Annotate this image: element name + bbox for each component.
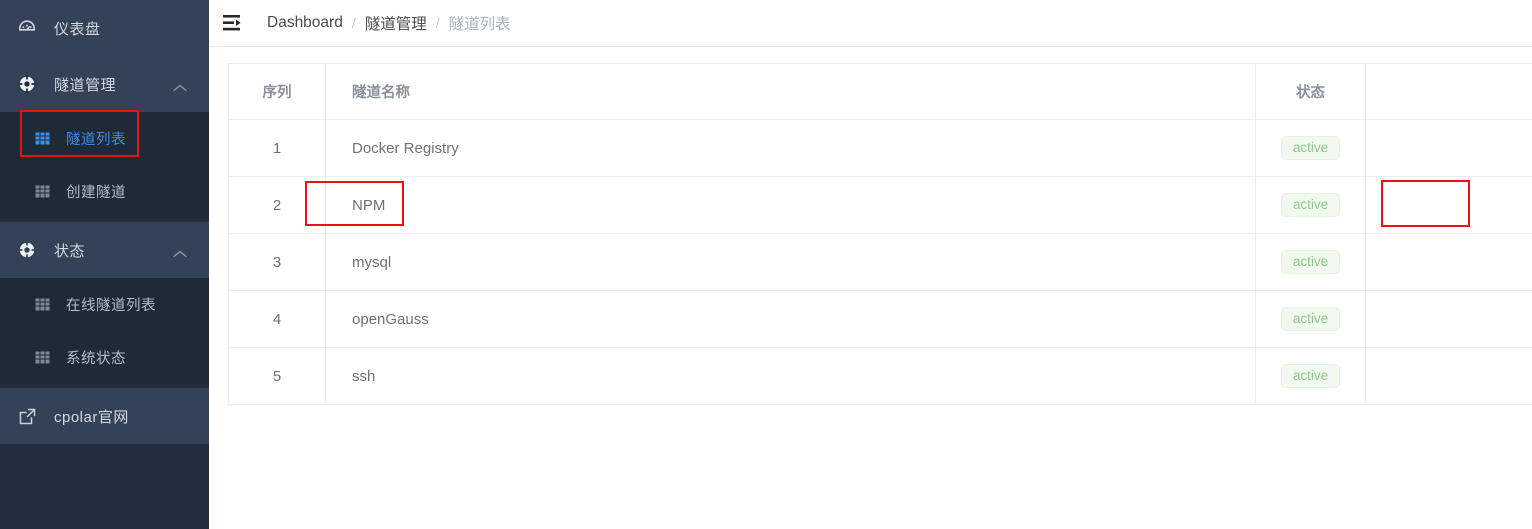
cell-seq: 1 bbox=[228, 119, 326, 177]
table-icon bbox=[34, 184, 50, 200]
cell-name: NPM bbox=[325, 176, 1256, 234]
cell-seq: 5 bbox=[228, 347, 326, 405]
status-badge: active bbox=[1280, 363, 1341, 389]
sidebar-item-label: cpolar官网 bbox=[54, 408, 129, 426]
sidebar-item-tunnel-management[interactable]: 隧道管理 bbox=[0, 56, 209, 112]
cell-status: active bbox=[1255, 119, 1366, 177]
compass-icon bbox=[16, 239, 38, 261]
sidebar-item-label: 系统状态 bbox=[66, 351, 126, 367]
cell-name: Docker Registry bbox=[325, 119, 1256, 177]
chevron-up-icon[interactable] bbox=[173, 80, 187, 92]
sidebar-item-dashboard[interactable]: 仪表盘 bbox=[0, 0, 209, 56]
cell-name: openGauss bbox=[325, 290, 1256, 348]
breadcrumb-item-tunnel-list: 隧道列表 bbox=[448, 16, 511, 33]
sidebar-item-cpolar-website[interactable]: cpolar官网 bbox=[0, 388, 209, 444]
table-row: 4 openGauss active 编辑 启动 bbox=[228, 290, 1532, 348]
breadcrumb-separator: / bbox=[351, 15, 356, 31]
cell-actions: 编辑 启动 bbox=[1365, 176, 1532, 234]
sidebar-item-label: 创建隧道 bbox=[66, 185, 126, 201]
table-row: 2 NPM active 编辑 启动 bbox=[228, 176, 1532, 234]
table-body: 1 Docker Registry active 编辑 启动 bbox=[228, 119, 1532, 405]
tunnels-table: 序列 隧道名称 状态 操作 1 Docker Registry active bbox=[228, 63, 1532, 405]
sidebar-item-status[interactable]: 状态 bbox=[0, 222, 209, 278]
column-header-name: 隧道名称 bbox=[325, 63, 1256, 120]
chevron-up-icon[interactable] bbox=[173, 246, 187, 258]
external-link-icon bbox=[16, 405, 38, 427]
cell-status: active bbox=[1255, 176, 1366, 234]
cell-status: active bbox=[1255, 347, 1366, 405]
table-row: 1 Docker Registry active 编辑 启动 bbox=[228, 119, 1532, 177]
breadcrumb-item-dashboard[interactable]: Dashboard bbox=[267, 14, 343, 32]
menu-fold-icon[interactable] bbox=[223, 14, 245, 32]
column-header-seq: 序列 bbox=[228, 63, 326, 120]
sidebar-item-label: 隧道列表 bbox=[66, 132, 126, 148]
sidebar: 仪表盘 隧道管理 隧道列表 创建隧道 状态 在线隧道列表 系统状态 cpolar… bbox=[0, 0, 209, 529]
table-row: 5 ssh active 编辑 启动 bbox=[228, 347, 1532, 405]
sidebar-item-online-tunnel-list[interactable]: 在线隧道列表 bbox=[0, 278, 209, 331]
status-badge: active bbox=[1280, 192, 1341, 218]
status-badge: active bbox=[1280, 249, 1341, 275]
cell-actions: 编辑 启动 bbox=[1365, 119, 1532, 177]
cell-seq: 3 bbox=[228, 233, 326, 291]
cell-status: active bbox=[1255, 290, 1366, 348]
column-header-action: 操作 bbox=[1365, 63, 1532, 120]
cell-seq: 2 bbox=[228, 176, 326, 234]
main-content: Dashboard / 隧道管理 / 隧道列表 序列 隧道名称 状态 操作 bbox=[209, 0, 1532, 529]
status-badge: active bbox=[1280, 306, 1341, 332]
cell-name: mysql bbox=[325, 233, 1256, 291]
app-root: 仪表盘 隧道管理 隧道列表 创建隧道 状态 在线隧道列表 系统状态 cpolar… bbox=[0, 0, 1532, 529]
breadcrumb-separator: / bbox=[435, 15, 440, 31]
table-head: 序列 隧道名称 状态 操作 bbox=[228, 63, 1532, 120]
breadcrumb: Dashboard / 隧道管理 / 隧道列表 bbox=[267, 12, 511, 34]
status-badge: active bbox=[1280, 135, 1341, 161]
column-header-status: 状态 bbox=[1255, 63, 1366, 120]
topbar: Dashboard / 隧道管理 / 隧道列表 bbox=[209, 0, 1532, 47]
table-header-row: 序列 隧道名称 状态 操作 bbox=[228, 63, 1532, 120]
sidebar-submenu-tunnel-management: 隧道列表 创建隧道 bbox=[0, 112, 209, 218]
sidebar-item-label: 状态 bbox=[54, 242, 86, 260]
breadcrumb-item-tunnel-management[interactable]: 隧道管理 bbox=[365, 12, 427, 34]
sidebar-item-label: 仪表盘 bbox=[54, 20, 101, 38]
sidebar-submenu-status: 在线隧道列表 系统状态 bbox=[0, 278, 209, 384]
tunnels-table-wrapper: 序列 隧道名称 状态 操作 1 Docker Registry active bbox=[228, 63, 1532, 405]
sidebar-item-label: 隧道管理 bbox=[54, 76, 117, 94]
cell-status: active bbox=[1255, 233, 1366, 291]
dashboard-icon bbox=[16, 17, 38, 39]
cell-actions: 编辑 启动 bbox=[1365, 347, 1532, 405]
cell-seq: 4 bbox=[228, 290, 326, 348]
sidebar-item-system-status[interactable]: 系统状态 bbox=[0, 331, 209, 384]
sidebar-item-label: 在线隧道列表 bbox=[66, 298, 156, 314]
sidebar-item-tunnel-list[interactable]: 隧道列表 bbox=[0, 112, 209, 165]
cell-actions: 编辑 启动 bbox=[1365, 233, 1532, 291]
sidebar-item-create-tunnel[interactable]: 创建隧道 bbox=[0, 165, 209, 218]
compass-icon bbox=[16, 73, 38, 95]
table-icon bbox=[34, 131, 50, 147]
table-icon bbox=[34, 297, 50, 313]
cell-actions: 编辑 启动 bbox=[1365, 290, 1532, 348]
table-icon bbox=[34, 350, 50, 366]
table-row: 3 mysql active 编辑 启动 bbox=[228, 233, 1532, 291]
cell-name: ssh bbox=[325, 347, 1256, 405]
